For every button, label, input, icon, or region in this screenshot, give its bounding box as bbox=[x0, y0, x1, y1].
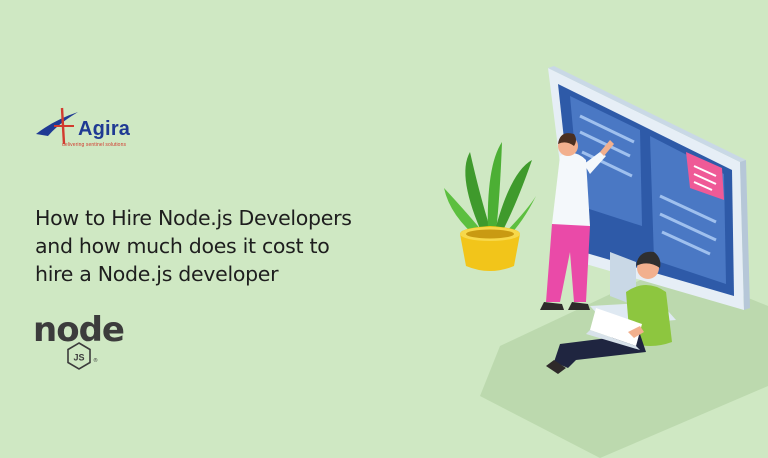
developers-illustration bbox=[444, 66, 768, 458]
brand-tagline: delivering sentinel solutions bbox=[62, 142, 127, 148]
trademark-symbol: ® bbox=[93, 358, 98, 364]
agira-logo[interactable]: Agira delivering sentinel solutions bbox=[34, 106, 144, 152]
brand-name: Agira bbox=[78, 118, 131, 140]
title-line-1: How to Hire Node.js Developers bbox=[35, 206, 352, 230]
page-title: How to Hire Node.js Developers and how m… bbox=[35, 204, 415, 288]
plant-icon bbox=[444, 142, 536, 271]
nodejs-logo: node JS ® bbox=[33, 312, 137, 372]
title-line-2: and how much does it cost to bbox=[35, 234, 330, 258]
title-line-3: hire a Node.js developer bbox=[35, 262, 279, 286]
agira-mark-icon bbox=[36, 107, 78, 145]
hero-banner: Agira delivering sentinel solutions How … bbox=[0, 0, 768, 458]
nodejs-hexagon-icon: JS bbox=[67, 342, 91, 370]
nodejs-badge-text: JS bbox=[73, 353, 84, 363]
